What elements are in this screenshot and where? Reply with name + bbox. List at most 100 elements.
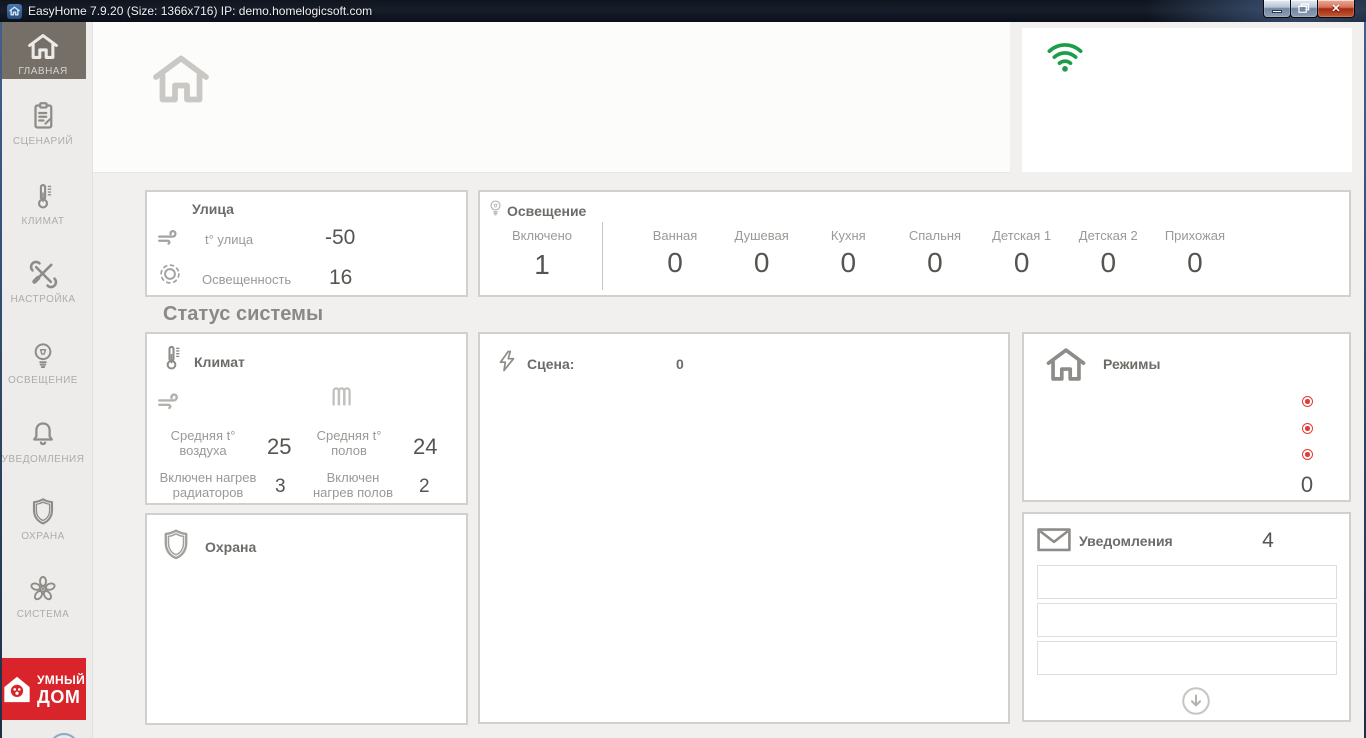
wind-icon <box>157 388 187 411</box>
sidebar-item-scenario[interactable]: СЦЕНАРИЙ <box>0 100 86 147</box>
restore-button[interactable] <box>1290 0 1318 18</box>
lightning-icon <box>495 349 519 376</box>
floors-on-value: 2 <box>419 476 430 497</box>
wifi-icon <box>1047 43 1083 72</box>
lighting-enabled-label: Включено <box>512 228 572 243</box>
scene-card[interactable]: Сцена: 0 <box>478 332 1010 724</box>
room-name: Ванная <box>652 228 698 243</box>
shield-icon <box>159 527 193 565</box>
street-temp-label: t° улица <box>205 232 254 247</box>
smart-home-logo: УМНЫЙ ДОМ <box>0 658 86 720</box>
mode-radio-3[interactable] <box>1302 449 1313 460</box>
security-card[interactable]: Охрана <box>145 513 468 725</box>
mode-radio-1[interactable] <box>1302 396 1313 407</box>
tools-icon <box>0 258 86 290</box>
climate-card-title: Климат <box>194 354 245 370</box>
room-column: Кухня 0 <box>808 228 888 279</box>
sidebar-item-settings[interactable]: НАСТРОЙКА <box>0 258 86 305</box>
window-edge <box>0 22 2 738</box>
notification-row[interactable] <box>1037 641 1337 675</box>
room-column: Детская 2 0 <box>1068 228 1148 279</box>
section-heading: Статус системы <box>163 303 324 325</box>
bell-icon <box>0 418 86 450</box>
sidebar-item-label: СЦЕНАРИЙ <box>12 136 74 147</box>
close-button[interactable]: ✕ <box>1317 0 1355 18</box>
floors-on-label: Включен нагрев полов <box>313 470 393 500</box>
sidebar-item-home[interactable]: ГЛАВНАЯ <box>0 22 86 79</box>
connection-panel <box>1022 28 1352 172</box>
window-title: EasyHome 7.9.20 (Size: 1366x716) IP: dem… <box>28 4 373 18</box>
room-name: Спальня <box>908 228 962 243</box>
room-name: Детская 1 <box>992 228 1052 243</box>
modes-card-title: Режимы <box>1103 356 1161 372</box>
main-content: Улица t° улица -50 Освещенность 16 Освещ… <box>93 22 1366 738</box>
lighting-card-title: Освещение <box>507 203 587 219</box>
scene-value: 0 <box>676 356 684 372</box>
app-home-icon <box>7 3 22 19</box>
room-value: 0 <box>753 247 770 278</box>
avg-air-value: 25 <box>267 434 292 459</box>
sidebar-item-label: ГЛАВНАЯ <box>18 66 68 77</box>
app-window: EasyHome 7.9.20 (Size: 1366x716) IP: dem… <box>0 0 1366 738</box>
bulb-icon <box>487 199 504 216</box>
bulb-icon <box>0 339 86 371</box>
room-value: 0 <box>927 247 943 278</box>
sun-icon <box>156 260 184 288</box>
home-icon <box>0 30 86 62</box>
sidebar: ГЛАВНАЯ СЦЕНАРИЙ КЛИМАТ НАСТРОЙКА ОСВЕЩЕ… <box>0 22 93 738</box>
sidebar-item-security[interactable]: ОХРАНА <box>0 495 86 542</box>
clipboard-icon <box>0 100 86 132</box>
room-name: Детская 2 <box>1078 228 1138 243</box>
close-icon: ✕ <box>1331 2 1341 15</box>
room-column: Спальня 0 <box>895 228 975 279</box>
avg-air-label: Средняя t° воздуха <box>170 428 236 458</box>
lighting-rooms: Ванная 0 Душевая 0 Кухня 0 Спальня 0 Дет… <box>635 228 1235 279</box>
arrow-down-circle-icon[interactable] <box>1181 686 1211 716</box>
sidebar-item-notifications[interactable]: УВЕДОМЛЕНИЯ <box>0 418 86 465</box>
room-name: Прихожая <box>1164 228 1226 243</box>
street-card[interactable]: Улица t° улица -50 Освещенность 16 <box>145 190 468 297</box>
modes-card[interactable]: Режимы 0 <box>1022 332 1351 502</box>
street-lux-value: 16 <box>329 266 353 289</box>
street-temp-value: -50 <box>325 226 356 249</box>
logo-house-icon <box>4 676 30 703</box>
room-column: Прихожая 0 <box>1155 228 1235 279</box>
avg-floor-label: Средняя t° полов <box>316 428 382 458</box>
minimize-icon <box>1272 10 1282 13</box>
climate-card[interactable]: Климат Средняя t° воздуха 25 Средняя t° … <box>145 332 468 505</box>
avg-floor-value: 24 <box>413 434 438 459</box>
notification-row[interactable] <box>1037 565 1337 599</box>
room-value: 0 <box>1013 247 1030 278</box>
radiators-on-label: Включен нагрев радиаторов <box>159 470 257 500</box>
security-card-title: Охрана <box>205 539 257 555</box>
room-name: Кухня <box>830 228 866 243</box>
room-value: 0 <box>667 247 683 278</box>
sidebar-item-system[interactable]: СИСТЕМА <box>0 573 86 620</box>
scene-label: Сцена: <box>527 356 575 372</box>
notifications-card[interactable]: Уведомления 4 <box>1022 512 1351 722</box>
minimize-button[interactable] <box>1263 0 1291 18</box>
header-panel <box>93 22 1010 173</box>
sidebar-item-lighting[interactable]: ОСВЕЩЕНИЕ <box>0 339 86 386</box>
room-column: Душевая 0 <box>722 228 802 279</box>
room-value: 0 <box>840 247 857 278</box>
lighting-card[interactable]: Освещение Включено 1 Ванная 0 Душевая 0 … <box>478 190 1351 297</box>
sidebar-item-label: ОХРАНА <box>21 531 65 542</box>
sidebar-item-climate[interactable]: КЛИМАТ <box>0 180 86 227</box>
thermometer-icon <box>0 180 86 212</box>
thermometer-icon <box>158 344 185 378</box>
sidebar-item-label: СИСТЕМА <box>16 609 70 620</box>
modes-value: 0 <box>1300 472 1314 497</box>
atom-icon <box>0 573 86 605</box>
street-lux-label: Освещенность <box>202 272 292 287</box>
notifications-card-title: Уведомления <box>1079 533 1173 549</box>
titlebar: EasyHome 7.9.20 (Size: 1366x716) IP: dem… <box>0 0 1366 22</box>
shield-icon <box>0 495 86 527</box>
notification-row[interactable] <box>1037 603 1337 637</box>
lighting-enabled-value: 1 <box>534 249 550 280</box>
room-column: Детская 1 0 <box>982 228 1062 279</box>
mode-radio-2[interactable] <box>1302 423 1313 434</box>
room-name: Душевая <box>734 228 789 243</box>
divider <box>602 222 603 290</box>
sidebar-item-label: ОСВЕЩЕНИЕ <box>8 375 78 386</box>
